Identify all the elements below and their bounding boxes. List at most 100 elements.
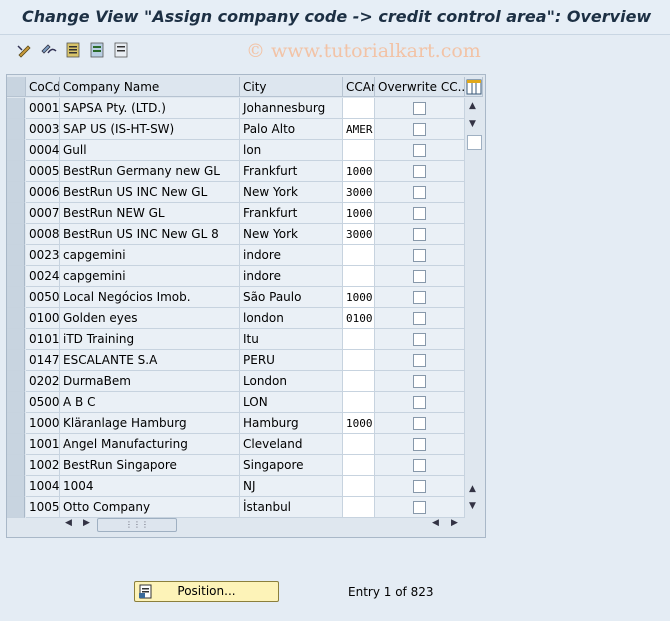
row-selector[interactable] bbox=[7, 371, 25, 392]
row-selector[interactable] bbox=[7, 245, 25, 266]
overwrite-checkbox[interactable] bbox=[413, 207, 426, 220]
select-all-icon[interactable] bbox=[88, 41, 106, 59]
row-selector[interactable] bbox=[7, 392, 25, 413]
scroll-page-down-icon[interactable]: ▼ bbox=[469, 501, 476, 511]
cell-ccar-input[interactable]: 1000 bbox=[343, 287, 375, 308]
col-header-overwrite[interactable]: Overwrite CC... bbox=[375, 77, 465, 97]
overwrite-checkbox[interactable] bbox=[413, 501, 426, 514]
scroll-down-icon[interactable]: ▼ bbox=[469, 119, 476, 129]
cell-ccar-input[interactable]: 1000 bbox=[343, 161, 375, 182]
cell-ccar-input[interactable]: 1000 bbox=[343, 203, 375, 224]
cell-city: İstanbul bbox=[240, 497, 343, 518]
row-selector[interactable] bbox=[7, 98, 25, 119]
cell-ccar-input[interactable]: 0100 bbox=[343, 308, 375, 329]
overwrite-checkbox[interactable] bbox=[413, 333, 426, 346]
horizontal-scroll-thumb[interactable]: ⋮⋮⋮ bbox=[97, 518, 177, 532]
overwrite-checkbox[interactable] bbox=[413, 480, 426, 493]
row-selector[interactable] bbox=[7, 350, 25, 371]
cell-ccar-input[interactable] bbox=[343, 371, 375, 392]
row-selector[interactable] bbox=[7, 224, 25, 245]
overwrite-checkbox[interactable] bbox=[413, 354, 426, 367]
overwrite-checkbox[interactable] bbox=[413, 186, 426, 199]
cell-company-name: DurmaBem bbox=[60, 371, 240, 392]
cell-ccar-input[interactable] bbox=[343, 497, 375, 518]
row-selector[interactable] bbox=[7, 329, 25, 350]
horizontal-scrollbar-left[interactable]: ◀ ▶ ⋮⋮⋮ ◀ ▶ bbox=[63, 517, 463, 532]
cell-company-name: BestRun Germany new GL bbox=[60, 161, 240, 182]
row-selector[interactable] bbox=[7, 434, 25, 455]
cell-ccar-input[interactable] bbox=[343, 245, 375, 266]
overwrite-checkbox[interactable] bbox=[413, 102, 426, 115]
overwrite-checkbox[interactable] bbox=[413, 396, 426, 409]
row-selector[interactable] bbox=[7, 161, 25, 182]
save-icon[interactable] bbox=[64, 41, 82, 59]
row-selector[interactable] bbox=[7, 287, 25, 308]
cell-ccar-input[interactable] bbox=[343, 98, 375, 119]
overwrite-checkbox[interactable] bbox=[413, 291, 426, 304]
cell-company-name: ESCALANTE S.A bbox=[60, 350, 240, 371]
position-button[interactable]: Position... bbox=[134, 581, 279, 602]
cell-company-name: BestRun NEW GL bbox=[60, 203, 240, 224]
overwrite-checkbox[interactable] bbox=[413, 249, 426, 262]
table-row: 0007 BestRun NEW GL Frankfurt 1000 bbox=[7, 203, 465, 224]
scroll-page-up-icon[interactable]: ▲ bbox=[469, 484, 476, 494]
row-selector[interactable] bbox=[7, 119, 25, 140]
cell-company-name: BestRun US INC New GL 8 bbox=[60, 224, 240, 245]
row-selector[interactable] bbox=[7, 203, 25, 224]
col-header-ccar[interactable]: CCAr bbox=[343, 77, 375, 97]
col-header-city[interactable]: City bbox=[240, 77, 343, 97]
cell-ccar-input[interactable] bbox=[343, 434, 375, 455]
cell-cocd: 1005 bbox=[26, 497, 60, 518]
cell-ccar-input[interactable]: 3000 bbox=[343, 182, 375, 203]
table-row: 1001 Angel Manufacturing Cleveland bbox=[7, 434, 465, 455]
row-selector[interactable] bbox=[7, 308, 25, 329]
cell-ccar-input[interactable] bbox=[343, 140, 375, 161]
cell-ccar-input[interactable] bbox=[343, 455, 375, 476]
table-row: 1005 Otto Company İstanbul bbox=[7, 497, 465, 518]
deselect-icon[interactable] bbox=[112, 41, 130, 59]
table-row: 0006 BestRun US INC New GL New York 3000 bbox=[7, 182, 465, 203]
overwrite-checkbox[interactable] bbox=[413, 123, 426, 136]
table-row: 0101 iTD Training Itu bbox=[7, 329, 465, 350]
vertical-scrollbar[interactable]: ▲ ▼ ▲ ▼ bbox=[465, 99, 483, 511]
cell-ccar-input[interactable] bbox=[343, 476, 375, 497]
overwrite-checkbox[interactable] bbox=[413, 144, 426, 157]
overwrite-checkbox[interactable] bbox=[413, 459, 426, 472]
col-header-cocd[interactable]: CoCd bbox=[26, 77, 60, 97]
scroll-thumb[interactable] bbox=[467, 135, 482, 150]
overwrite-checkbox[interactable] bbox=[413, 375, 426, 388]
overwrite-checkbox[interactable] bbox=[413, 165, 426, 178]
scroll-left-end-icon[interactable]: ◀ bbox=[432, 518, 439, 528]
scroll-right-end-icon[interactable]: ▶ bbox=[451, 518, 458, 528]
overwrite-checkbox[interactable] bbox=[413, 438, 426, 451]
cell-ccar-input[interactable]: 3000 bbox=[343, 224, 375, 245]
row-selector[interactable] bbox=[7, 413, 25, 434]
col-header-company-name[interactable]: Company Name bbox=[60, 77, 240, 97]
row-selector[interactable] bbox=[7, 476, 25, 497]
row-selector[interactable] bbox=[7, 497, 25, 518]
row-selector[interactable] bbox=[7, 140, 25, 161]
overwrite-checkbox[interactable] bbox=[413, 312, 426, 325]
row-selector[interactable] bbox=[7, 266, 25, 287]
cell-ccar-input[interactable] bbox=[343, 266, 375, 287]
cell-ccar-input[interactable] bbox=[343, 329, 375, 350]
scroll-up-icon[interactable]: ▲ bbox=[469, 101, 476, 111]
cell-cocd: 0008 bbox=[26, 224, 60, 245]
cell-ccar-input[interactable]: AMER bbox=[343, 119, 375, 140]
overwrite-checkbox[interactable] bbox=[413, 417, 426, 430]
cell-ccar-input[interactable]: 1000 bbox=[343, 413, 375, 434]
other-view-icon[interactable] bbox=[40, 41, 58, 59]
cell-ccar-input[interactable] bbox=[343, 392, 375, 413]
overwrite-checkbox[interactable] bbox=[413, 228, 426, 241]
cell-ccar-input[interactable] bbox=[343, 350, 375, 371]
table-row: 1000 Kläranlage Hamburg Hamburg 1000 bbox=[7, 413, 465, 434]
column-settings-icon[interactable] bbox=[465, 77, 483, 97]
display-change-icon[interactable] bbox=[16, 41, 34, 59]
overwrite-checkbox[interactable] bbox=[413, 270, 426, 283]
scroll-left-icon[interactable]: ◀ bbox=[65, 518, 72, 528]
row-selector[interactable] bbox=[7, 182, 25, 203]
scroll-right-icon[interactable]: ▶ bbox=[83, 518, 90, 528]
select-all-rows-corner[interactable] bbox=[7, 77, 26, 97]
cell-company-name: A B C bbox=[60, 392, 240, 413]
row-selector[interactable] bbox=[7, 455, 25, 476]
